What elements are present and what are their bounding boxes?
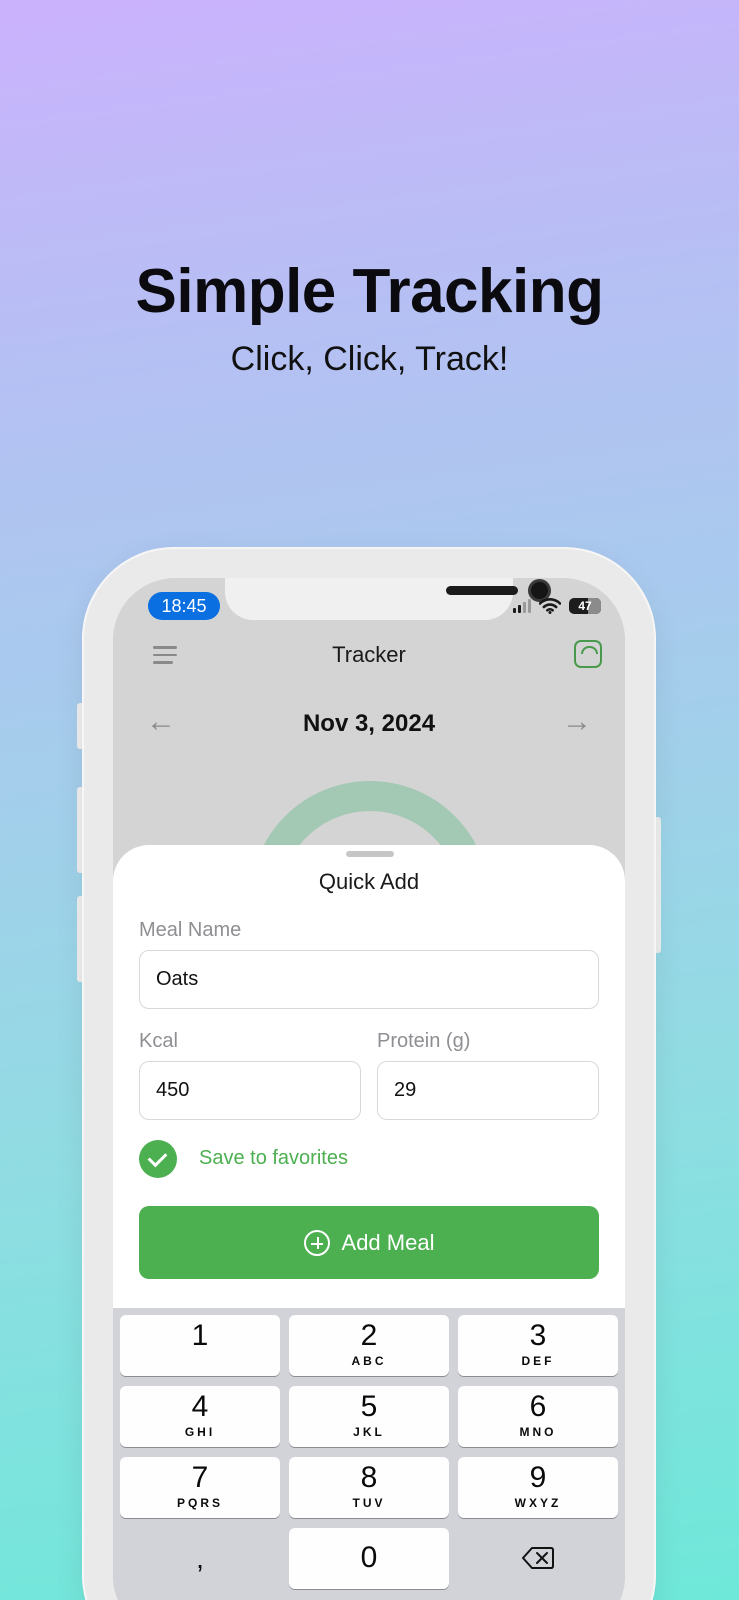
- key-9[interactable]: 9 WXYZ: [458, 1457, 618, 1518]
- speaker: [446, 586, 518, 595]
- meal-name-label: Meal Name: [139, 919, 242, 941]
- wifi-icon: [539, 598, 561, 614]
- app-bar: Tracker: [113, 628, 625, 684]
- cellular-signal-icon: [513, 599, 531, 613]
- subheadline: Click, Click, Track!: [230, 340, 509, 378]
- backspace-icon: [522, 1547, 554, 1569]
- key-3[interactable]: 3 DEF: [458, 1315, 618, 1376]
- sheet-title: Quick Add: [318, 869, 420, 894]
- key-2[interactable]: 2 ABC: [289, 1315, 449, 1376]
- add-meal-button[interactable]: Add Meal: [139, 1206, 599, 1279]
- favorite-label[interactable]: Save to favorites: [199, 1147, 348, 1170]
- battery-icon: 47: [569, 598, 601, 614]
- key-1[interactable]: 1: [120, 1315, 280, 1376]
- favorite-checkbox[interactable]: [139, 1140, 177, 1178]
- kcal-input[interactable]: 450: [139, 1061, 361, 1120]
- meal-name-input[interactable]: Oats: [139, 950, 599, 1009]
- status-icons: 47: [513, 598, 601, 614]
- scale-icon[interactable]: [574, 640, 602, 668]
- status-time: 18:45: [148, 592, 220, 620]
- key-backspace[interactable]: [458, 1528, 618, 1589]
- headline: Simple Tracking: [135, 257, 604, 326]
- key-8[interactable]: 8 TUV: [289, 1457, 449, 1518]
- arrow-right-icon[interactable]: →: [562, 707, 592, 737]
- key-5[interactable]: 5 JKL: [289, 1386, 449, 1447]
- protein-input[interactable]: 29: [377, 1061, 599, 1120]
- notch: [225, 578, 551, 620]
- key-4[interactable]: 4 GHI: [120, 1386, 280, 1447]
- phone-screen: 18:45 47 Tracker ← Nov 3, 2024 → Quick A…: [113, 578, 625, 1600]
- key-6[interactable]: 6 MNO: [458, 1386, 618, 1447]
- sheet-grabber[interactable]: [346, 851, 394, 857]
- quick-add-sheet: Quick Add Meal Name Oats Kcal 450 Protei…: [113, 845, 625, 1315]
- current-date: Nov 3, 2024: [302, 710, 436, 737]
- date-navigation: ← Nov 3, 2024 →: [113, 698, 625, 746]
- battery-level: 47: [578, 599, 592, 613]
- add-meal-label: Add Meal: [341, 1229, 435, 1255]
- key-comma[interactable]: ,: [120, 1528, 280, 1589]
- key-7[interactable]: 7 PQRS: [120, 1457, 280, 1518]
- plus-circle-icon: [303, 1229, 330, 1256]
- numeric-keypad: 1 2 ABC 3 DEF 4 GHI 5 JKL 6 MNO 7 PQRS 8 TUV 9W…: [113, 1308, 625, 1600]
- key-0[interactable]: 0: [289, 1528, 449, 1589]
- protein-label: Protein (g): [377, 1030, 471, 1052]
- kcal-label: Kcal: [139, 1030, 178, 1052]
- app-title: Tracker: [332, 642, 406, 667]
